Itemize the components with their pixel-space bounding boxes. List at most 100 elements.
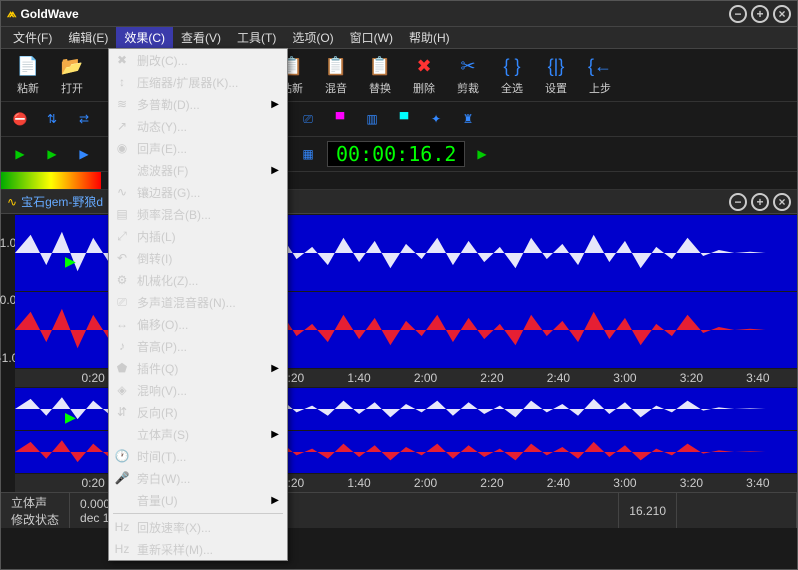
menu-文件[interactable]: 文件(F): [5, 27, 60, 48]
doc-minimize-button[interactable]: −: [729, 193, 747, 211]
app-title: GoldWave: [20, 7, 729, 21]
menu-编辑[interactable]: 编辑(E): [60, 27, 116, 48]
ruler-mark: 0:20: [81, 476, 104, 490]
menu-查看[interactable]: 查看(V): [173, 27, 229, 48]
arrows-h-icon: ⇄: [79, 112, 89, 126]
ruler-mark: 1:40: [347, 371, 370, 385]
filter-icon: [113, 162, 131, 178]
ruler-mark: 2:20: [480, 371, 503, 385]
effect-flanger[interactable]: ∿镶边器(G)...: [109, 181, 287, 203]
play2-button[interactable]: ▶: [39, 141, 65, 167]
delete-button[interactable]: ✖删除: [403, 53, 445, 97]
plugin-icon: ⬟: [113, 360, 131, 376]
effects-menu-dropdown: ✖删改(C)...↕压缩器/扩展器(K)...≋多普勒(D)...▶↗动态(Y)…: [108, 48, 288, 561]
effect-playback-rate[interactable]: Hz回放速率(X)...: [109, 516, 287, 538]
maximize-button[interactable]: +: [751, 5, 769, 23]
spectrum-icon: ▀: [336, 112, 345, 126]
delete-icon: ✖: [412, 54, 436, 78]
selall-button[interactable]: { }全选: [491, 53, 533, 97]
dynamic-icon: ↗: [113, 118, 131, 134]
multichannel-icon: ⎚: [113, 294, 131, 310]
effect-resample[interactable]: Hz重新采样(M)...: [109, 538, 287, 560]
effect-pitch[interactable]: ♪音高(P)...: [109, 335, 287, 357]
play-button[interactable]: ▶: [7, 141, 33, 167]
menu-工具[interactable]: 工具(T): [229, 27, 284, 48]
stereo-icon: [113, 426, 131, 442]
menu-窗口[interactable]: 窗口(W): [342, 27, 401, 48]
arrows-v-button[interactable]: ⇅: [39, 106, 65, 132]
bars-button[interactable]: ▥: [359, 106, 385, 132]
voiceover-icon: 🎤: [113, 470, 131, 486]
play3-button[interactable]: ▶: [71, 141, 97, 167]
ruler-mark: 0:20: [81, 371, 104, 385]
stop2-icon: ⛔: [13, 112, 28, 126]
prev-icon: {←: [588, 54, 612, 78]
effect-reverse[interactable]: ↶倒转(I): [109, 247, 287, 269]
sliders-button[interactable]: ⎚: [295, 106, 321, 132]
tower-icon: ♜: [463, 112, 474, 126]
open-button[interactable]: 📂打开: [51, 53, 93, 97]
ruler-mark: 3:40: [746, 371, 769, 385]
tower-button[interactable]: ♜: [455, 106, 481, 132]
resample-icon: Hz: [113, 541, 131, 557]
doc-close-button[interactable]: ×: [773, 193, 791, 211]
play-indicator-icon: ▶: [477, 147, 486, 161]
effect-plugin: ⬟插件(Q)▶: [109, 357, 287, 379]
wave-icon: ∿: [7, 195, 17, 209]
effect-delete[interactable]: ✖删改(C)...: [109, 49, 287, 71]
effect-invert[interactable]: ⇵反向(R): [109, 401, 287, 423]
arrows-h-button[interactable]: ⇄: [71, 106, 97, 132]
effect-offset[interactable]: ↔偏移(O)...: [109, 313, 287, 335]
menu-选项[interactable]: 选项(O): [284, 27, 341, 48]
interpolate-icon: ⤢: [113, 228, 131, 244]
star-button[interactable]: ✦: [423, 106, 449, 132]
set-button[interactable]: {|}设置: [535, 53, 577, 97]
ruler-mark: 1:40: [347, 476, 370, 490]
ruler-mark: 2:20: [480, 476, 503, 490]
prev-button[interactable]: {←上步: [579, 53, 621, 97]
menu-帮助[interactable]: 帮助(H): [401, 27, 458, 48]
menu-效果[interactable]: 效果(C): [116, 27, 173, 48]
time-icon: 🕐: [113, 448, 131, 464]
effect-interpolate[interactable]: ⤢内插(L): [109, 225, 287, 247]
status-channels: 立体声修改状态: [1, 493, 70, 528]
rainbow-button[interactable]: ▀: [391, 106, 417, 132]
grid-button[interactable]: ▦: [295, 141, 321, 167]
play-icon: ▶: [15, 147, 24, 161]
mix-button[interactable]: 📋混音: [315, 53, 357, 97]
new-button[interactable]: 📄粘新: [7, 53, 49, 97]
effect-voiceover[interactable]: 🎤旁白(W)...: [109, 467, 287, 489]
freqblend-icon: ▤: [113, 206, 131, 222]
spectrum-button[interactable]: ▀: [327, 106, 353, 132]
minimize-button[interactable]: −: [729, 5, 747, 23]
trim-button[interactable]: ✂剪裁: [447, 53, 489, 97]
bars-icon: ▥: [366, 112, 377, 126]
amplitude-gutter-overview: [1, 387, 15, 492]
effect-time[interactable]: 🕐时间(T)...: [109, 445, 287, 467]
stop2-button[interactable]: ⛔: [7, 106, 33, 132]
play2-icon: ▶: [47, 147, 56, 161]
effect-compressor[interactable]: ↕压缩器/扩展器(K)...: [109, 71, 287, 93]
effect-freqblend[interactable]: ▤频率混合(B)...: [109, 203, 287, 225]
effect-multichannel[interactable]: ⎚多声道混音器(N)...: [109, 291, 287, 313]
close-button[interactable]: ×: [773, 5, 791, 23]
effect-volume[interactable]: 音量(U)▶: [109, 489, 287, 511]
effect-doppler[interactable]: ≋多普勒(D)...▶: [109, 93, 287, 115]
status-position: 16.210: [619, 493, 677, 528]
effect-echo[interactable]: ◉回声(E)...: [109, 137, 287, 159]
ruler-mark: 2:00: [414, 476, 437, 490]
effect-filter[interactable]: 滤波器(F)▶: [109, 159, 287, 181]
effect-stereo[interactable]: 立体声(S)▶: [109, 423, 287, 445]
new-icon: 📄: [16, 54, 40, 78]
ruler-mark: 3:00: [613, 371, 636, 385]
playback-rate-icon: Hz: [113, 519, 131, 535]
mix-icon: 📋: [324, 54, 348, 78]
rainbow-icon: ▀: [400, 112, 409, 126]
effect-reverb[interactable]: ◈混响(V)...: [109, 379, 287, 401]
effect-dynamic[interactable]: ↗动态(Y)...: [109, 115, 287, 137]
doc-maximize-button[interactable]: +: [751, 193, 769, 211]
replace-button[interactable]: 📋替换: [359, 53, 401, 97]
effect-mechanize[interactable]: ⚙机械化(Z)...: [109, 269, 287, 291]
title-bar: ⩕ GoldWave − + ×: [1, 1, 797, 27]
offset-icon: ↔: [113, 316, 131, 332]
